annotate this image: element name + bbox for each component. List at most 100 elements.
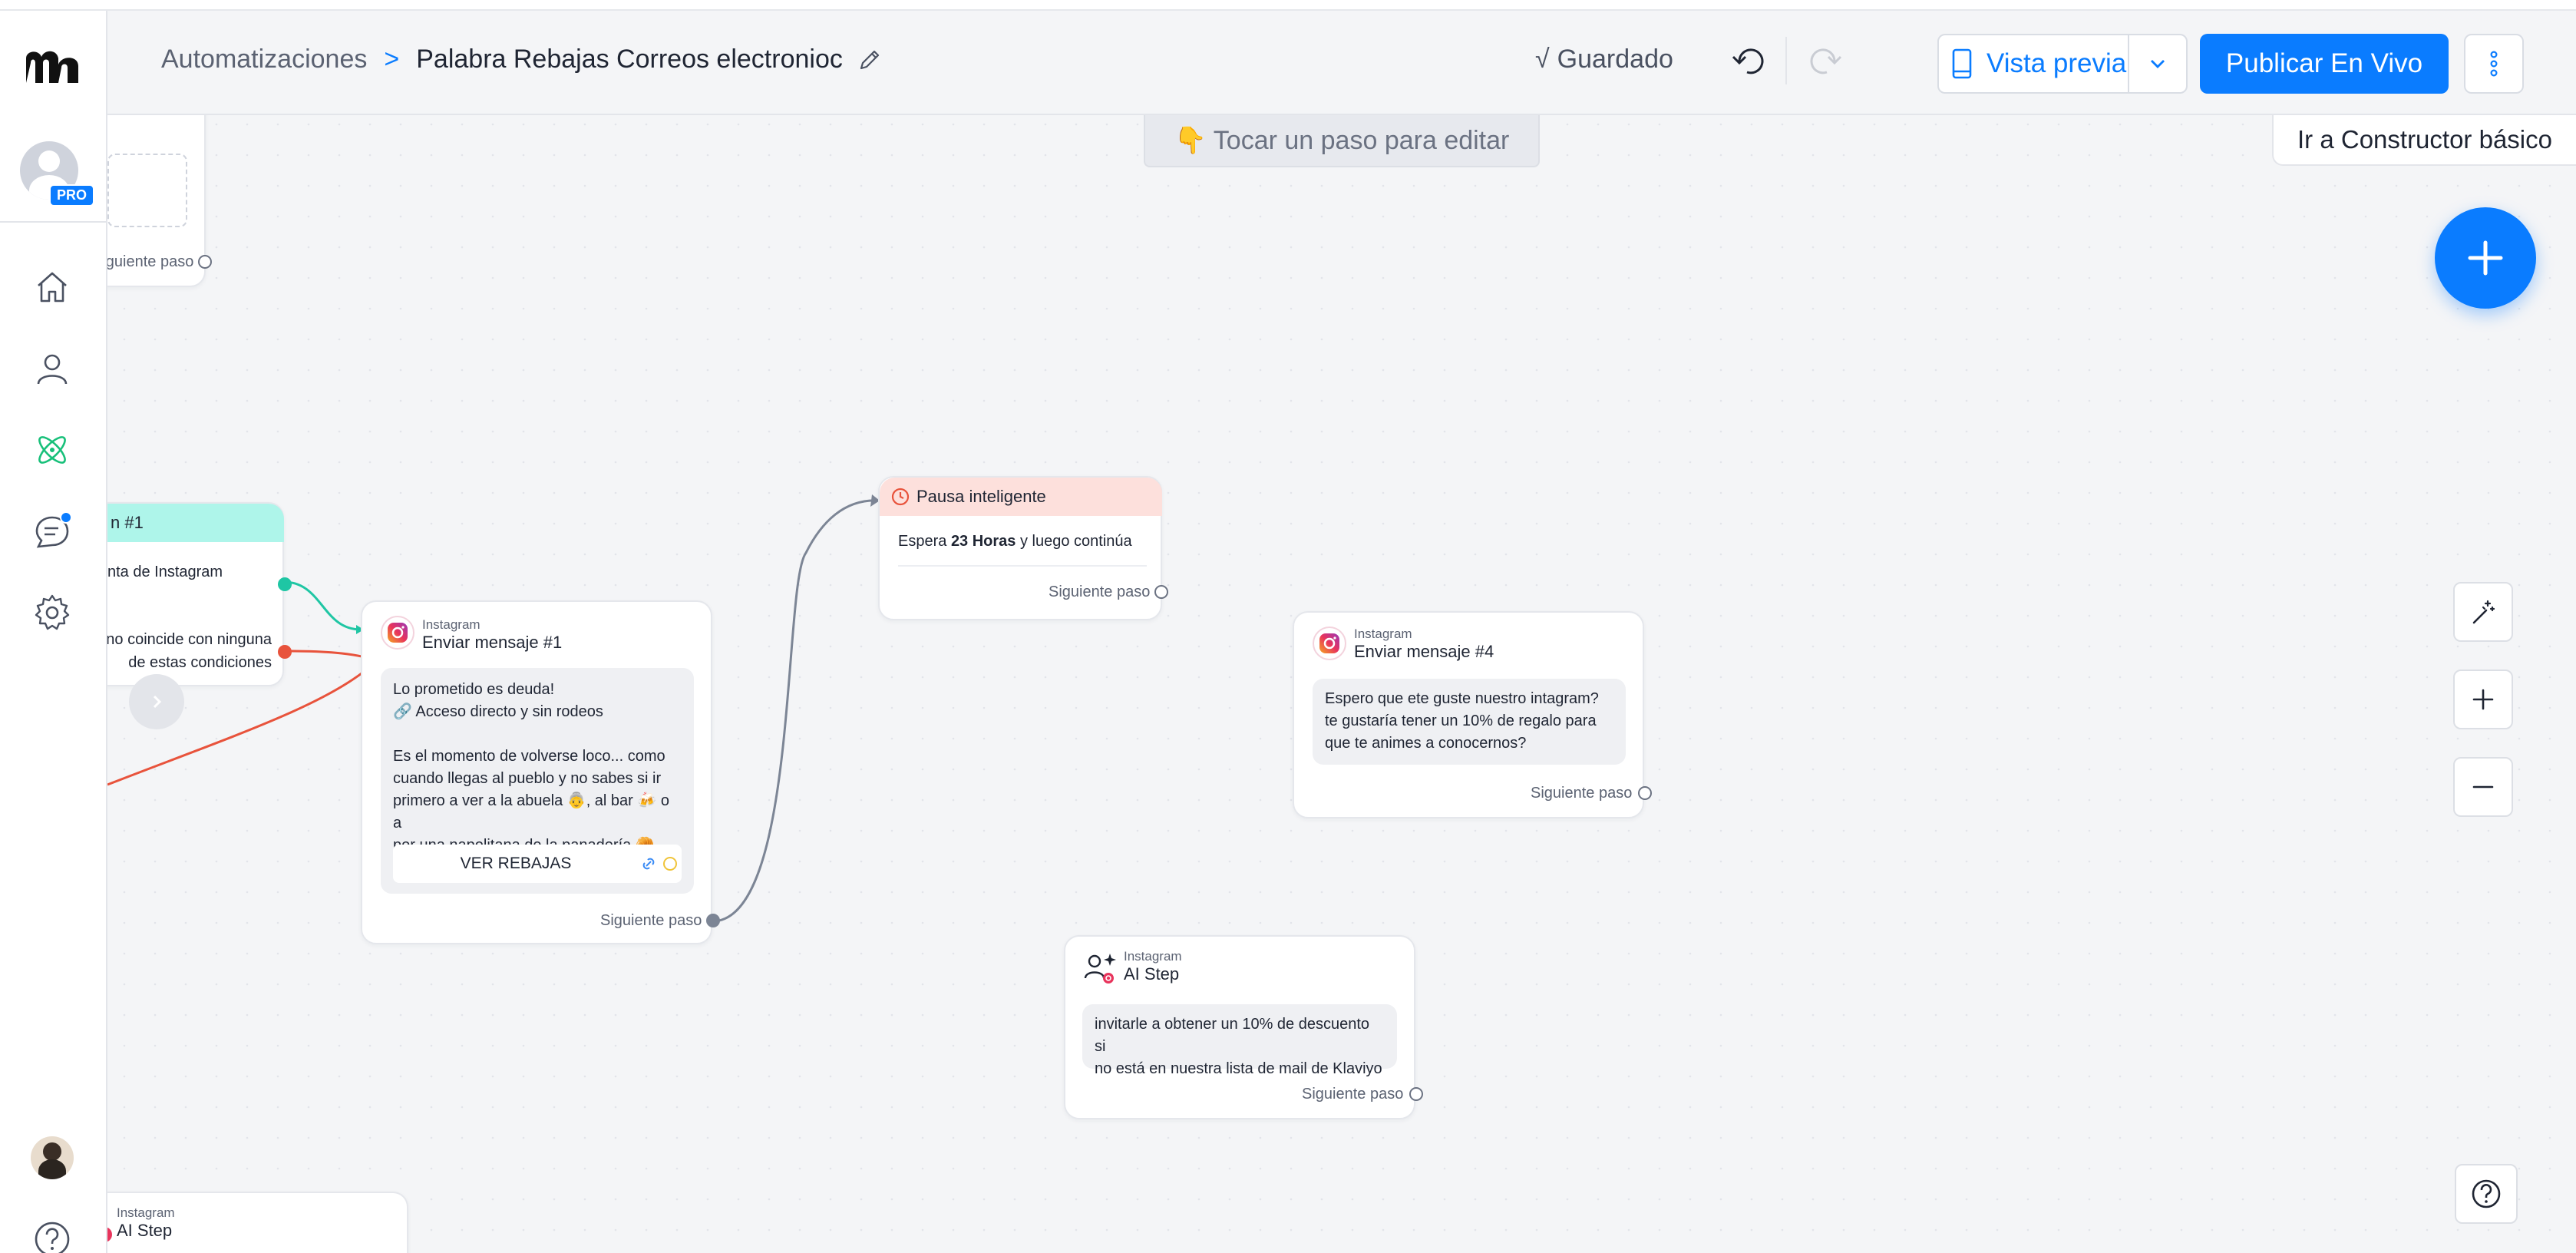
- clock-icon: [891, 488, 910, 506]
- plus-icon: [2468, 240, 2503, 276]
- help-button[interactable]: [2455, 1164, 2518, 1224]
- more-vertical-icon: [2490, 51, 2498, 77]
- next-step-label: Siguiente paso: [1049, 584, 1151, 600]
- user-icon[interactable]: [32, 349, 72, 388]
- automation-name: Palabra Rebajas Correos electronioc: [416, 45, 843, 74]
- preview-label: Vista previa: [1986, 48, 2127, 78]
- message-line: que te animes a conocernos?: [1325, 735, 1527, 752]
- breadcrumb: Automatizaciones > Palabra Rebajas Corre…: [161, 45, 883, 74]
- message-line: Lo prometido es deuda!: [393, 681, 555, 698]
- delay-suffix: y luego continúa: [1020, 533, 1132, 550]
- breadcrumb-separator: >: [384, 45, 400, 74]
- next-step-port[interactable]: [706, 914, 720, 927]
- preview-control: Vista previa: [1937, 34, 2188, 94]
- manychat-logo[interactable]: [21, 41, 83, 88]
- delay-divider: [898, 565, 1147, 567]
- trigger-port-teal[interactable]: [278, 577, 292, 591]
- user-avatar[interactable]: [31, 1136, 74, 1179]
- delay-value: 23 Horas: [950, 533, 1016, 550]
- trigger-port-red[interactable]: [278, 645, 292, 659]
- question-icon[interactable]: [32, 1219, 72, 1253]
- cta-port[interactable]: [663, 857, 677, 871]
- next-step-label: Siguiente paso: [92, 253, 194, 270]
- message-bubble: Espero que ete guste nuestro intagram? t…: [1313, 679, 1626, 765]
- edge-send1-to-pause: [712, 499, 879, 923]
- card-title: Enviar mensaje #4: [1354, 642, 1494, 661]
- zoom-in-button[interactable]: [2453, 669, 2513, 729]
- atom-icon[interactable]: [32, 430, 72, 470]
- message-line: Es el momento de volverse loco... como: [393, 748, 665, 765]
- message-line: Espero que ete guste nuestro intagram?: [1325, 690, 1599, 707]
- instagram-icon: [1313, 626, 1346, 660]
- edge-trigger-to-send1: [283, 580, 362, 631]
- header-divider: [1785, 37, 1787, 84]
- message-line: primero a ver a la abuela 👵, al bar 🍻 o …: [393, 792, 669, 831]
- sidebar: PRO: [0, 11, 107, 1253]
- save-status-label: Guardado: [1557, 45, 1673, 74]
- card-title: AI Step: [117, 1221, 173, 1240]
- card-source: Instagram: [117, 1205, 175, 1220]
- card-title: AI Step: [1124, 964, 1180, 984]
- trigger-expand-button[interactable]: [129, 674, 184, 729]
- message-line: no está en nuestra lista de mail de Klav…: [1095, 1060, 1382, 1077]
- message-line: invitarle a obtener un 10% de descuento …: [1095, 1016, 1370, 1055]
- account-avatar[interactable]: PRO: [20, 141, 95, 210]
- card-source: Instagram: [1124, 949, 1182, 964]
- breadcrumb-automations[interactable]: Automatizaciones: [161, 45, 367, 74]
- chat-icon[interactable]: [32, 511, 72, 551]
- home-icon[interactable]: [32, 267, 72, 307]
- top-bar: Automatizaciones > Palabra Rebajas Corre…: [107, 11, 2576, 115]
- card-source: Instagram: [422, 617, 481, 632]
- next-step-port[interactable]: [1154, 585, 1168, 599]
- auto-arrange-button[interactable]: [2453, 582, 2513, 642]
- question-icon: [2472, 1179, 2501, 1208]
- flow-canvas[interactable]: Siguiente paso n #1 nta de Instagram no …: [0, 0, 2576, 1253]
- preview-dropdown-button[interactable]: [2129, 35, 2186, 92]
- trigger-title: n #1: [111, 513, 144, 532]
- delay-description: Espera 23 Horas y luego continúa: [898, 533, 1132, 550]
- trigger-condition-1: nta de Instagram: [107, 564, 223, 580]
- redo-icon[interactable]: [1805, 41, 1844, 80]
- next-step-label: Siguiente paso: [1531, 785, 1633, 802]
- instagram-icon: [381, 616, 414, 650]
- next-step-port[interactable]: [1638, 786, 1652, 800]
- card-send-message-1[interactable]: Instagram Enviar mensaje #1 Lo prometido…: [361, 600, 720, 944]
- ai-agent-icon: [1084, 954, 1116, 984]
- card-ai-step-bottom[interactable]: Instagram AI Step: [83, 1192, 408, 1253]
- chevron-down-icon: [2151, 60, 2165, 68]
- save-status: √ Guardado: [1535, 45, 1673, 74]
- trigger-fallback-line2: de estas condiciones: [128, 654, 272, 671]
- basic-builder-link[interactable]: Ir a Constructor básico: [2272, 115, 2576, 166]
- next-step-label: Siguiente paso: [1302, 1086, 1404, 1103]
- next-step-label: Siguiente paso: [600, 912, 702, 929]
- magic-wand-icon: [2472, 600, 2495, 624]
- plus-icon: [2472, 689, 2494, 710]
- cta-button[interactable]: VER REBAJAS: [393, 845, 682, 883]
- message-line: 🔗 Acceso directo y sin rodeos: [393, 703, 603, 720]
- cta-button-label: VER REBAJAS: [460, 855, 572, 872]
- card-source: Instagram: [1354, 626, 1412, 641]
- next-step-port[interactable]: [1409, 1087, 1423, 1101]
- card-smart-delay[interactable]: Pausa inteligente Espera 23 Horas y lueg…: [878, 476, 1168, 620]
- pencil-icon[interactable]: [857, 47, 883, 73]
- undo-icon[interactable]: [1730, 41, 1769, 80]
- preview-button[interactable]: Vista previa: [1939, 35, 2130, 92]
- message-line: te gustaría tener un 10% de regalo para: [1325, 712, 1597, 729]
- card-ai-step[interactable]: Instagram AI Step invitarle a obtener un…: [1064, 935, 1423, 1119]
- message-line: cuando llegas al pueblo y no sabes si ir: [393, 770, 662, 787]
- tap-step-hint: 👇 Tocar un paso para editar: [1144, 115, 1540, 167]
- message-line: [393, 723, 682, 746]
- zoom-out-button[interactable]: [2453, 757, 2513, 817]
- gear-icon[interactable]: [32, 593, 72, 633]
- card-title: Enviar mensaje #1: [422, 633, 563, 652]
- chevron-right-icon: [153, 695, 162, 709]
- delay-prefix: Espera: [898, 533, 947, 550]
- link-icon: [642, 858, 655, 870]
- phone-icon: [1952, 48, 1972, 79]
- next-step-port[interactable]: [198, 255, 212, 269]
- more-options-button[interactable]: [2464, 34, 2524, 94]
- publish-live-button[interactable]: Publicar En Vivo: [2200, 34, 2449, 94]
- add-step-button[interactable]: [2435, 207, 2536, 309]
- card-send-message-4[interactable]: Instagram Enviar mensaje #4 Espero que e…: [1293, 611, 1652, 818]
- check-icon: √: [1535, 45, 1550, 74]
